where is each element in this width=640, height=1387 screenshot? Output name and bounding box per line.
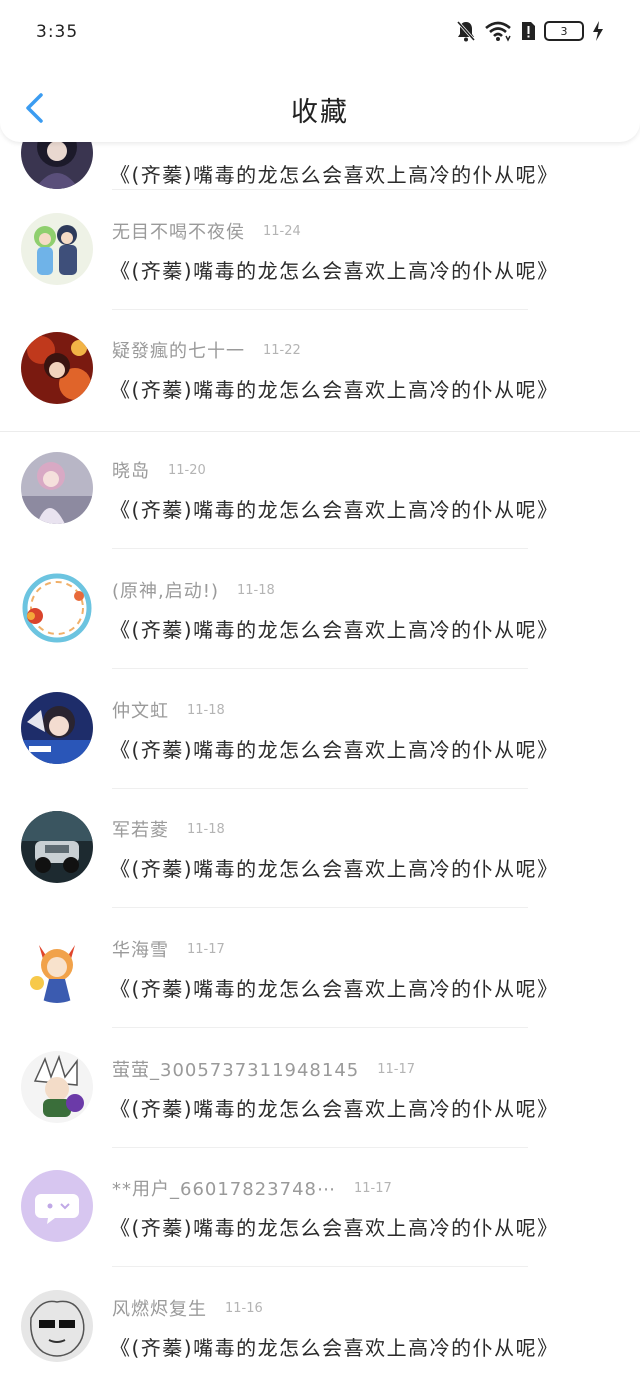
avatar[interactable] — [21, 1290, 93, 1362]
novel-title[interactable]: 《(齐蓁)嘴毒的龙怎么会喜欢上高冷的仆从呢》 — [110, 614, 559, 643]
sim-alert-icon — [522, 22, 535, 40]
list-item[interactable]: 晓岛 11-20 《(齐蓁)嘴毒的龙怎么会喜欢上高冷的仆从呢》 — [0, 452, 640, 572]
novel-title[interactable]: 《(齐蓁)嘴毒的龙怎么会喜欢上高冷的仆从呢》 — [110, 853, 559, 882]
favorites-list: 《(齐蓁)嘴毒的龙怎么会喜欢上高冷的仆从呢》 无目不喝不夜侯 11-24 《(齐… — [0, 0, 640, 1387]
novel-title[interactable]: 《(齐蓁)嘴毒的龙怎么会喜欢上高冷的仆从呢》 — [110, 734, 559, 763]
novel-title[interactable]: 《(齐蓁)嘴毒的龙怎么会喜欢上高冷的仆从呢》 — [110, 374, 559, 403]
status-time: 3:35 — [36, 22, 79, 42]
divider — [112, 1266, 528, 1267]
date: 11-16 — [225, 1300, 263, 1316]
avatar[interactable] — [21, 1170, 93, 1242]
wifi-icon — [485, 21, 511, 42]
username[interactable]: 仲文虹 — [112, 697, 169, 723]
status-icons: 3 — [456, 18, 604, 44]
novel-title[interactable]: 《(齐蓁)嘴毒的龙怎么会喜欢上高冷的仆从呢》 — [110, 494, 559, 523]
avatar[interactable] — [21, 1051, 93, 1123]
novel-title[interactable]: 《(齐蓁)嘴毒的龙怎么会喜欢上高冷的仆从呢》 — [110, 973, 559, 1002]
divider — [112, 668, 528, 669]
date: 11-18 — [187, 702, 225, 718]
date: 11-18 — [236, 582, 275, 598]
avatar[interactable] — [21, 332, 93, 404]
battery-indicator: 3 — [544, 21, 584, 41]
username[interactable]: 疑發瘋的七十一 — [112, 337, 245, 363]
divider — [112, 548, 528, 549]
avatar[interactable] — [21, 452, 93, 524]
date: 11-17 — [187, 941, 225, 957]
charging-bolt-icon — [593, 21, 603, 41]
divider — [112, 309, 528, 310]
username[interactable]: 无目不喝不夜侯 — [112, 218, 245, 244]
date: 11-17 — [377, 1061, 416, 1077]
list-item[interactable]: 疑發瘋的七十一 11-22 《(齐蓁)嘴毒的龙怎么会喜欢上高冷的仆从呢》 — [0, 332, 640, 452]
divider — [112, 1147, 528, 1148]
avatar[interactable] — [21, 931, 93, 1003]
username[interactable]: (原神,启动!) — [112, 577, 219, 603]
list-item[interactable]: 华海雪 11-17 《(齐蓁)嘴毒的龙怎么会喜欢上高冷的仆从呢》 — [0, 931, 640, 1051]
username[interactable]: 军若菱 — [112, 816, 169, 842]
novel-title[interactable]: 《(齐蓁)嘴毒的龙怎么会喜欢上高冷的仆从呢》 — [110, 1093, 559, 1122]
username[interactable]: 晓岛 — [112, 457, 150, 483]
app-header: 3:35 3 收藏 — [0, 0, 640, 142]
date: 11-22 — [263, 342, 301, 358]
avatar[interactable] — [21, 692, 93, 764]
date: 11-18 — [187, 821, 225, 837]
username[interactable]: 风燃烬复生 — [112, 1295, 207, 1321]
list-item[interactable]: (原神,启动!) 11-18 《(齐蓁)嘴毒的龙怎么会喜欢上高冷的仆从呢》 — [0, 572, 640, 692]
page-title: 收藏 — [291, 97, 349, 128]
date: 11-17 — [353, 1180, 392, 1196]
username[interactable]: **用户_66017823748⋯ — [112, 1175, 336, 1201]
username[interactable]: 华海雪 — [112, 936, 169, 962]
username[interactable]: 萤萤_3005737311948145 — [112, 1056, 359, 1082]
novel-title[interactable]: 《(齐蓁)嘴毒的龙怎么会喜欢上高冷的仆从呢》 — [110, 159, 559, 188]
list-item[interactable]: 风燃烬复生 11-16 《(齐蓁)嘴毒的龙怎么会喜欢上高冷的仆从呢》 — [0, 1290, 640, 1387]
avatar[interactable] — [21, 811, 93, 883]
avatar[interactable] — [21, 213, 93, 285]
list-item[interactable]: 无目不喝不夜侯 11-24 《(齐蓁)嘴毒的龙怎么会喜欢上高冷的仆从呢》 — [0, 213, 640, 333]
section-divider — [0, 431, 640, 432]
avatar[interactable] — [21, 572, 93, 644]
list-item[interactable]: 军若菱 11-18 《(齐蓁)嘴毒的龙怎么会喜欢上高冷的仆从呢》 — [0, 811, 640, 931]
novel-title[interactable]: 《(齐蓁)嘴毒的龙怎么会喜欢上高冷的仆从呢》 — [110, 255, 559, 284]
mute-bell-icon — [456, 21, 476, 42]
list-item[interactable]: **用户_66017823748⋯ 11-17 《(齐蓁)嘴毒的龙怎么会喜欢上高… — [0, 1170, 640, 1290]
battery-level: 3 — [560, 24, 568, 38]
divider — [112, 788, 528, 789]
list-item[interactable]: 萤萤_3005737311948145 11-17 《(齐蓁)嘴毒的龙怎么会喜欢… — [0, 1051, 640, 1171]
novel-title[interactable]: 《(齐蓁)嘴毒的龙怎么会喜欢上高冷的仆从呢》 — [110, 1332, 559, 1361]
date: 11-20 — [168, 462, 206, 478]
divider — [112, 1027, 528, 1028]
list-item[interactable]: 仲文虹 11-18 《(齐蓁)嘴毒的龙怎么会喜欢上高冷的仆从呢》 — [0, 692, 640, 812]
divider — [112, 907, 528, 908]
date: 11-24 — [263, 223, 301, 239]
divider — [112, 189, 528, 190]
novel-title[interactable]: 《(齐蓁)嘴毒的龙怎么会喜欢上高冷的仆从呢》 — [110, 1212, 559, 1241]
